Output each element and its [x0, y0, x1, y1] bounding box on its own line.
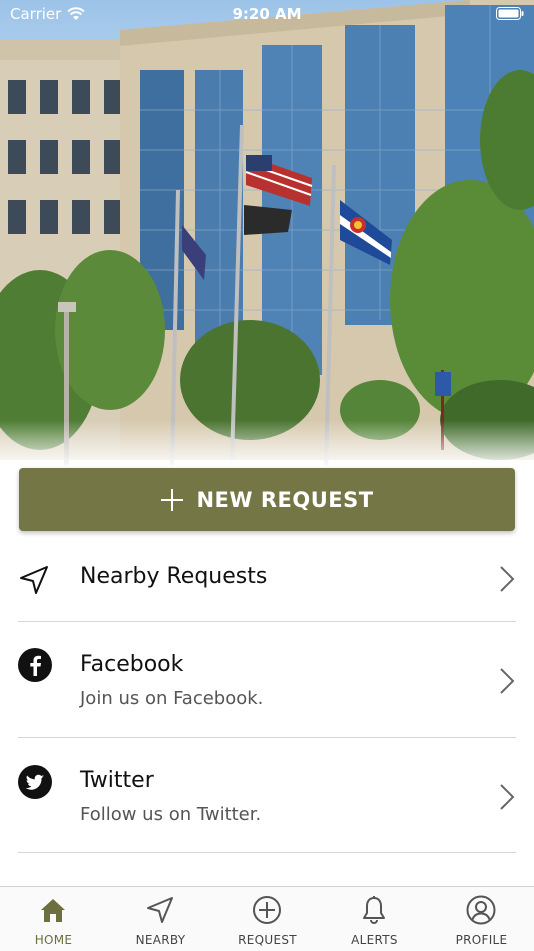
status-bar: Carrier 9:20 AM: [0, 0, 534, 28]
tab-label: PROFILE: [455, 933, 508, 947]
list-item-nearby-requests[interactable]: Nearby Requests: [18, 532, 516, 622]
tab-bar: HOME NEARBY REQUEST ALERTS PROFILE: [0, 886, 534, 951]
tab-nearby[interactable]: NEARBY: [107, 887, 214, 951]
plus-icon: [161, 488, 184, 511]
chevron-right-icon: [500, 566, 515, 592]
tab-profile[interactable]: PROFILE: [428, 887, 534, 951]
list-item-title: Facebook: [80, 652, 184, 677]
tab-label: ALERTS: [351, 933, 398, 947]
bell-icon: [363, 896, 385, 924]
battery-icon: [496, 7, 524, 20]
navigation-arrow-icon: [20, 566, 48, 594]
plus-circle-icon: [253, 896, 281, 924]
chevron-right-icon: [500, 668, 515, 694]
list-item-subtitle: Join us on Facebook.: [80, 688, 264, 709]
chevron-right-icon: [500, 784, 515, 810]
new-request-label: NEW REQUEST: [196, 487, 374, 512]
user-icon: [466, 895, 496, 925]
list-item-twitter[interactable]: Twitter Follow us on Twitter.: [18, 738, 516, 853]
clock: 9:20 AM: [232, 5, 302, 23]
tab-label: REQUEST: [238, 933, 297, 947]
list-item-subtitle: Follow us on Twitter.: [80, 804, 262, 825]
list-item-title: Nearby Requests: [80, 564, 268, 589]
tab-alerts[interactable]: ALERTS: [321, 887, 428, 951]
tab-request[interactable]: REQUEST: [214, 887, 321, 951]
tab-label: HOME: [34, 933, 73, 947]
tab-home[interactable]: HOME: [0, 887, 107, 951]
list-item-facebook[interactable]: Facebook Join us on Facebook.: [18, 622, 516, 738]
new-request-button[interactable]: NEW REQUEST: [19, 468, 515, 531]
hero-image: Carrier 9:20 AM: [0, 0, 534, 480]
home-icon: [41, 899, 65, 922]
facebook-icon: [18, 648, 52, 682]
navigation-arrow-icon: [147, 897, 173, 923]
tab-label: NEARBY: [135, 933, 186, 947]
twitter-icon: [18, 765, 52, 799]
list-item-title: Twitter: [80, 768, 154, 793]
